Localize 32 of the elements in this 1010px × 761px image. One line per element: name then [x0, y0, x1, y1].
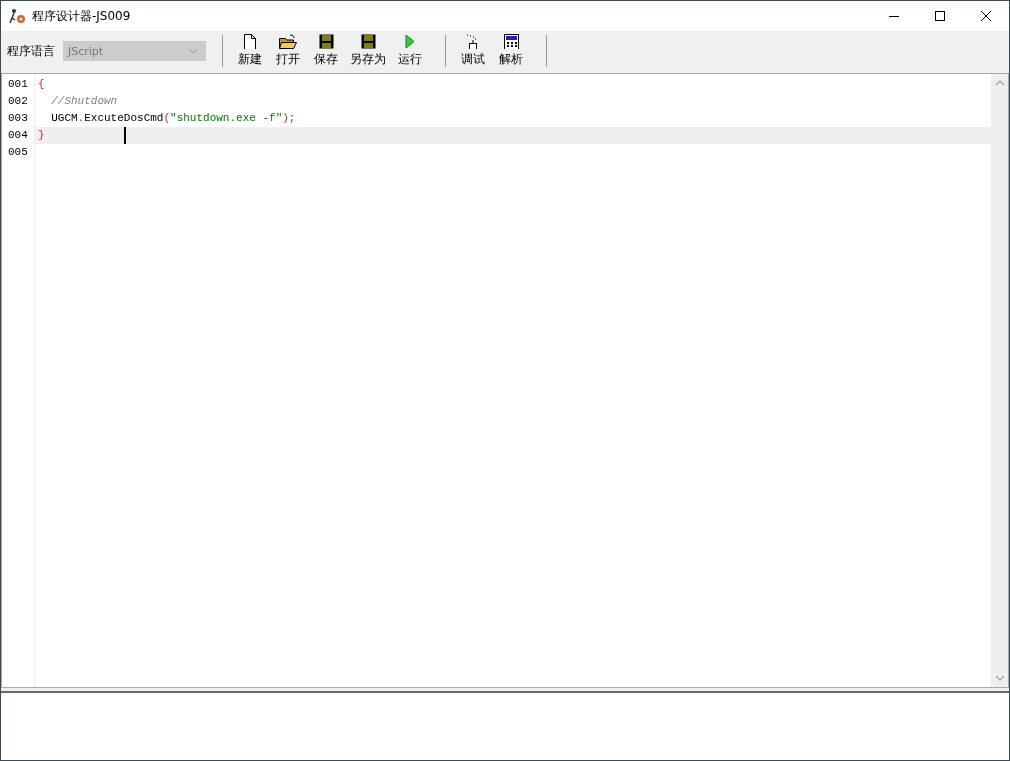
play-icon [405, 34, 415, 49]
code-line: UGCM.ExcuteDosCmd("shutdown.exe -f"); [50, 112, 296, 124]
toolbar-button[interactable]: 解析 [492, 32, 530, 70]
toolbar-button[interactable]: 另存为 [345, 32, 391, 70]
window-title: 程序设计器-JS009 [32, 7, 131, 25]
chevron-down-icon [994, 675, 1005, 681]
toolbar-button[interactable]: 新建 [231, 32, 269, 70]
close-icon [981, 11, 991, 21]
code-line: { [38, 78, 45, 90]
toolbar-button[interactable]: 保存 [307, 32, 345, 70]
line-number: 001 [7, 77, 29, 92]
debug-step-icon [466, 34, 480, 49]
toolbar-button[interactable]: 调试 [454, 32, 492, 70]
toolbar-button[interactable]: 运行 [391, 32, 429, 70]
calculator-icon [503, 34, 519, 49]
vertical-scrollbar[interactable] [991, 74, 1008, 687]
line-number: 003 [7, 111, 29, 126]
maximize-icon [935, 11, 945, 21]
code-line: } [38, 129, 45, 141]
line-number: 005 [7, 145, 29, 160]
folder-icon [279, 34, 297, 49]
chevron-down-icon [188, 48, 198, 54]
line-number: 004 [7, 128, 29, 143]
app-logo-icon [9, 8, 27, 24]
document-icon [243, 34, 257, 49]
code-line: //Shutdown [50, 95, 118, 107]
text-cursor [124, 127, 126, 144]
line-number: 002 [7, 94, 29, 109]
chevron-up-icon [994, 80, 1005, 86]
toolbar-button[interactable]: 打开 [269, 32, 307, 70]
language-label: 程序语言 [7, 42, 55, 60]
code-editor[interactable]: 001 002 003 004 005 { //Shutdown UGCM.ExcuteDosCmd("shutdown.exe -f"); } [1, 73, 1009, 688]
